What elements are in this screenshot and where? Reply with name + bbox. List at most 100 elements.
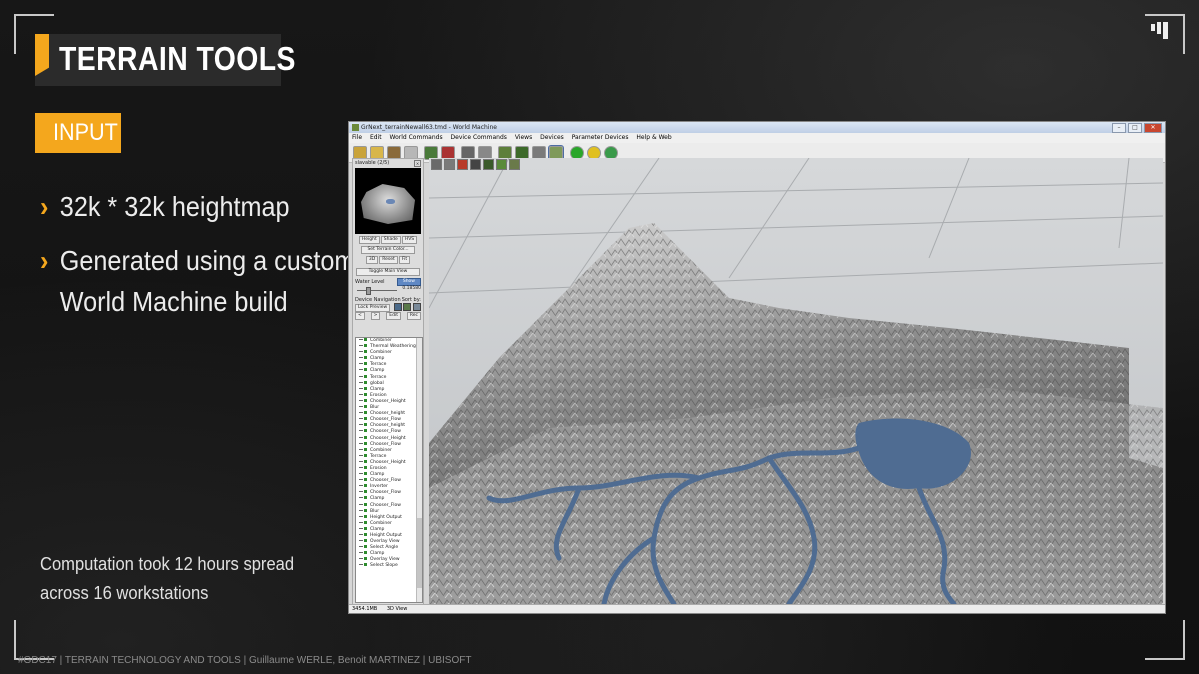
device-name: Overlay View [370,557,400,563]
device-list-item[interactable]: Select Slope [356,563,422,569]
rec-button[interactable]: Rec [406,312,421,320]
maximize-icon[interactable]: □ [1128,123,1142,133]
reset-button[interactable]: Reset [379,256,398,264]
3d-button[interactable]: 3D [365,256,379,264]
device-name: Chooser_Flow [370,490,401,496]
view-status: 3D View [386,606,408,612]
water-level-show-button[interactable]: Show [396,278,421,286]
device-name: Chooser_Flow [370,502,401,508]
water-level-slider[interactable]: 0.18580 [355,286,421,295]
device-name: Select Angle [370,545,399,551]
preview-title: slavable (2/5) [355,160,390,166]
ubisoft-logo-icon [1151,22,1169,40]
device-icon [364,557,367,561]
device-name: Chooser_Flow [370,429,401,435]
device-icon [364,398,367,402]
menu-file[interactable]: File [352,134,362,141]
sort-type-icon[interactable] [393,302,402,311]
grid-view-icon[interactable] [483,159,494,170]
device-icon [364,435,367,439]
paint-icon[interactable] [496,159,507,170]
fit-button[interactable]: Fit [398,256,411,264]
device-icon [364,441,367,445]
device-name: Chooser_Flow [370,441,401,447]
record-icon[interactable] [457,159,468,170]
device-icon [364,411,367,415]
device-icon [364,526,367,530]
device-list[interactable]: Combiner Thermal Weathering Combiner Clamp T… [355,337,423,603]
terrain-preview-thumbnail [355,168,421,234]
bullet-world-machine: › Generated using a custom World Machine … [40,240,390,322]
viewport-toolbar [431,159,520,170]
device-name: Clamp [370,386,385,392]
menu-views[interactable]: Views [515,134,532,141]
section-tag: INPUT [35,113,121,153]
close-icon[interactable]: ✕ [1144,123,1162,133]
lock-preview-button[interactable]: Lock Preview [355,304,391,312]
device-name: global [370,380,384,386]
device-name: Chooser_Height [370,459,406,465]
device-icon [364,496,367,500]
sort-order-icon[interactable] [413,302,421,311]
close-panel-icon[interactable]: × [414,160,421,167]
menu-world-commands[interactable]: World Commands [390,134,443,141]
device-icon [364,502,367,506]
sort-name-icon[interactable] [403,302,412,311]
device-name: Chooser_Height [370,398,406,404]
device-name: Combiner [370,338,392,343]
device-icon [364,405,367,409]
3d-terrain-viewport[interactable] [429,158,1163,604]
toggle-main-view-button[interactable]: Toggle Main View [356,268,420,276]
height-view-button[interactable]: Height [358,236,380,244]
menu-edit[interactable]: Edit [370,134,382,141]
device-icon [364,551,367,555]
bullet-text: World Machine build [59,286,288,317]
edit-device-button[interactable]: Edit [386,312,401,320]
device-name: Clamp [370,368,385,374]
chevron-right-icon: › [40,245,49,276]
slider-knob[interactable] [366,287,371,295]
bullet-text: 32k * 32k heightmap [59,191,290,222]
render-icon[interactable] [444,159,455,170]
device-name: Combiner [370,350,392,356]
previous-device-button[interactable]: < [355,312,365,320]
cube-icon[interactable] [470,159,481,170]
device-name: Combiner [370,520,392,526]
shade-view-button[interactable]: Shade [380,236,401,244]
menu-help-web[interactable]: Help & Web [636,134,671,141]
device-icon [364,350,367,354]
device-icon [364,380,367,384]
menu-devices[interactable]: Devices [540,134,564,141]
device-name: Terrace [370,362,387,368]
camera-icon[interactable] [431,159,442,170]
window-title: GrNext_terrainNewall63.tmd - World Machi… [361,124,497,131]
device-name: Terrace [370,453,387,459]
minimize-icon[interactable]: – [1112,123,1126,133]
water-level-value: 0.18580 [402,286,421,291]
preview-header: slavable (2/5) × [353,159,423,167]
device-icon [364,563,367,567]
next-device-button[interactable]: > [370,312,381,320]
device-icon [364,484,367,488]
device-name: Clamp [370,526,385,532]
device-icon [364,533,367,536]
device-icon [364,338,367,341]
device-icon [364,465,367,469]
chevron-right-icon: › [40,191,49,222]
device-icon [364,386,367,390]
device-name: Thermal Weathering [370,344,416,350]
device-icon [364,545,367,549]
device-icon [364,417,367,421]
device-name: Inverter [370,484,388,490]
device-name: Chooser_Flow [370,478,401,484]
world-icon[interactable] [509,159,520,170]
menu-device-commands[interactable]: Device Commands [451,134,507,141]
menu-parameter-devices[interactable]: Parameter Devices [572,134,629,141]
hvs-view-button[interactable]: HVS [401,236,418,244]
set-terrain-color-button[interactable]: Set Terrain Color... [361,246,415,254]
device-name: Overlay View [370,539,400,545]
scrollbar-thumb[interactable] [417,518,422,588]
world-machine-window: GrNext_terrainNewall63.tmd - World Machi… [348,121,1166,614]
device-icon [364,508,367,512]
device-name: Height Output [370,533,402,538]
